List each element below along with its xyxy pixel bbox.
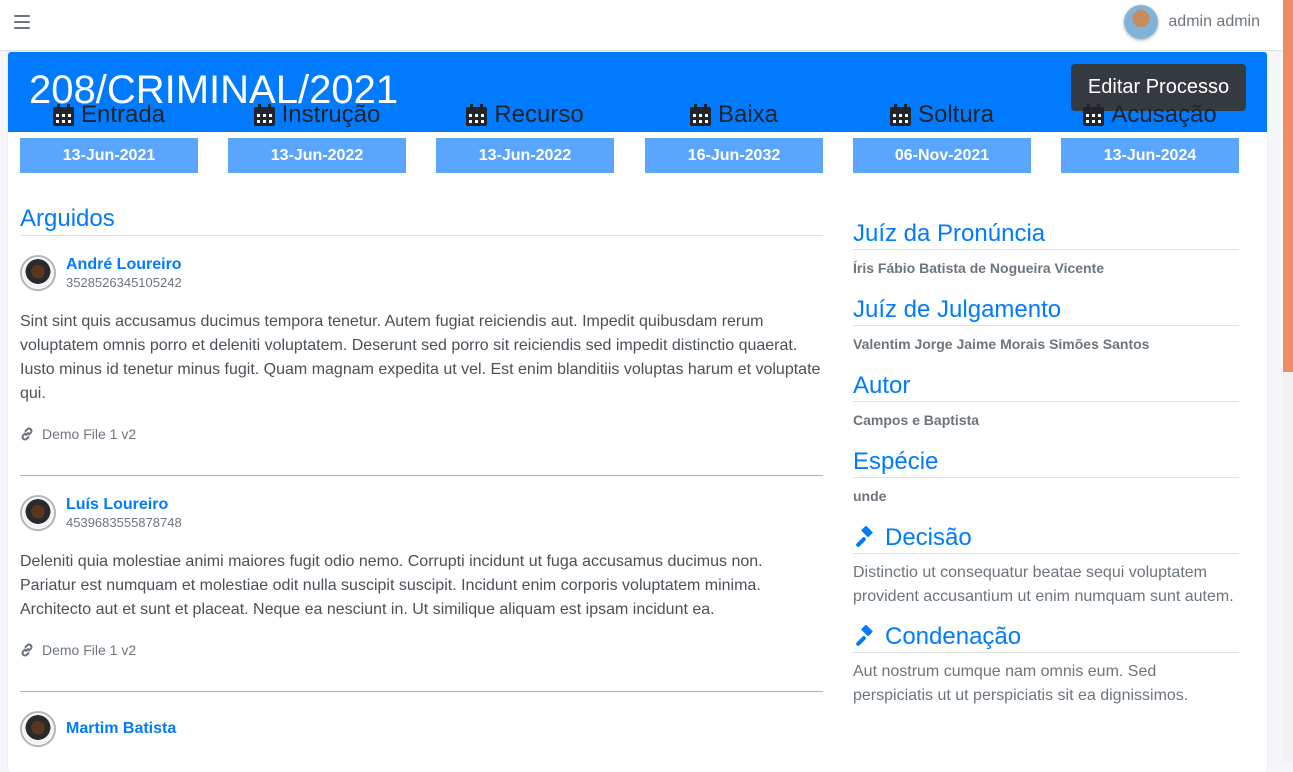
arguido-name-link[interactable]: Martim Batista [66,720,176,738]
juiz-julgamento-value: Valentim Jorge Jaime Morais Simões Santo… [853,336,1150,352]
arguido-name-link[interactable]: André Loureiro [66,256,182,274]
avatar [20,255,56,291]
date-value-badge: 13-Jun-2024 [1061,138,1239,173]
date-label-text: Recurso [494,101,584,128]
decisao-text: Distinctio ut consequatur beatae sequi v… [853,564,1234,605]
calendar-icon [889,104,911,126]
arguido-id-number: 3528526345105242 [66,274,182,290]
link-icon [21,427,33,441]
condenacao-title-text: Condenação [885,623,1022,650]
date-value-badge: 13-Jun-2022 [228,138,406,173]
arguido-id-number: 4539683555878748 [66,514,182,530]
gavel-icon [856,526,873,547]
autor-title: Autor [853,372,1239,402]
user-avatar[interactable] [1124,5,1159,39]
arguido-name-link[interactable]: Luís Loureiro [66,496,182,514]
date-value-badge: 16-Jun-2032 [645,138,823,173]
decisao-title-text: Decisão [885,524,972,551]
case-details-sidebar: Juíz da Pronúncia Íris Fábio Batista de … [853,220,1239,722]
calendar-icon [689,104,711,126]
condenacao-title: Condenação [853,623,1239,653]
user-menu[interactable]: admin admin [1124,3,1260,41]
especie-title: Espécie [853,448,1239,478]
arguido-item: Martim Batista [20,708,823,750]
attachment-label[interactable]: Demo File 1 v2 [42,642,136,658]
especie-value: unde [853,488,887,504]
avatar [20,495,56,531]
attachment-link[interactable]: Demo File 1 v2 [20,426,823,442]
page-scrollbar[interactable] [1283,0,1293,762]
divider [20,691,823,692]
link-icon [21,643,33,657]
attachment-link[interactable]: Demo File 1 v2 [20,642,823,658]
date-label-text: Entrada [80,101,166,128]
arguido-item: Luís Loureiro 4539683555878748 Deleniti … [20,492,823,692]
date-label-text: Soltura [917,101,995,128]
calendar-icon [253,104,275,126]
autor-value: Campos e Baptista [853,412,980,428]
top-navbar: admin admin [0,0,1283,51]
date-recurso: Recurso 13-Jun-2022 [436,100,614,173]
decisao-title: Decisão [853,524,1239,554]
calendar-icon [466,104,488,126]
juiz-pronuncia-title: Juíz da Pronúncia [853,220,1239,250]
arguidos-title: Arguidos [20,205,823,236]
user-name[interactable]: admin admin [1168,13,1260,31]
date-baixa: Baixa 16-Jun-2032 [645,100,823,173]
date-value-badge: 13-Jun-2021 [20,138,198,173]
date-soltura: Soltura 06-Nov-2021 [853,100,1031,173]
arguido-item: André Loureiro 3528526345105242 Sint sin… [20,252,823,476]
date-value-badge: 06-Nov-2021 [853,138,1031,173]
date-entrada: Entrada 13-Jun-2021 [20,100,198,173]
hamburger-icon[interactable] [14,15,30,29]
date-label-text: Acusação [1111,101,1217,128]
condenacao-text: Aut nostrum cumque nam omnis eum. Sed pe… [853,663,1189,704]
avatar [20,711,56,747]
gavel-icon [856,625,873,646]
calendar-icon [52,104,74,126]
scrollbar-thumb[interactable] [1283,0,1293,372]
arguido-description: Deleniti quia molestiae animi maiores fu… [20,553,763,618]
arguidos-section: Arguidos André Loureiro 3528526345105242… [20,205,823,750]
dates-row: Entrada 13-Jun-2021 Instrução 13-Jun-202… [20,100,1239,175]
calendar-icon [1083,104,1105,126]
date-instrucao: Instrução 13-Jun-2022 [228,100,406,173]
divider [20,475,823,476]
juiz-julgamento-title: Juíz de Julgamento [853,296,1239,326]
date-label-text: Baixa [717,101,779,128]
juiz-pronuncia-value: Íris Fábio Batista de Nogueira Vicente [853,260,1105,276]
date-label-text: Instrução [281,101,381,128]
date-value-badge: 13-Jun-2022 [436,138,614,173]
date-acusacao: Acusação 13-Jun-2024 [1061,100,1239,173]
attachment-label[interactable]: Demo File 1 v2 [42,426,136,442]
arguido-description: Sint sint quis accusamus ducimus tempora… [20,313,821,402]
